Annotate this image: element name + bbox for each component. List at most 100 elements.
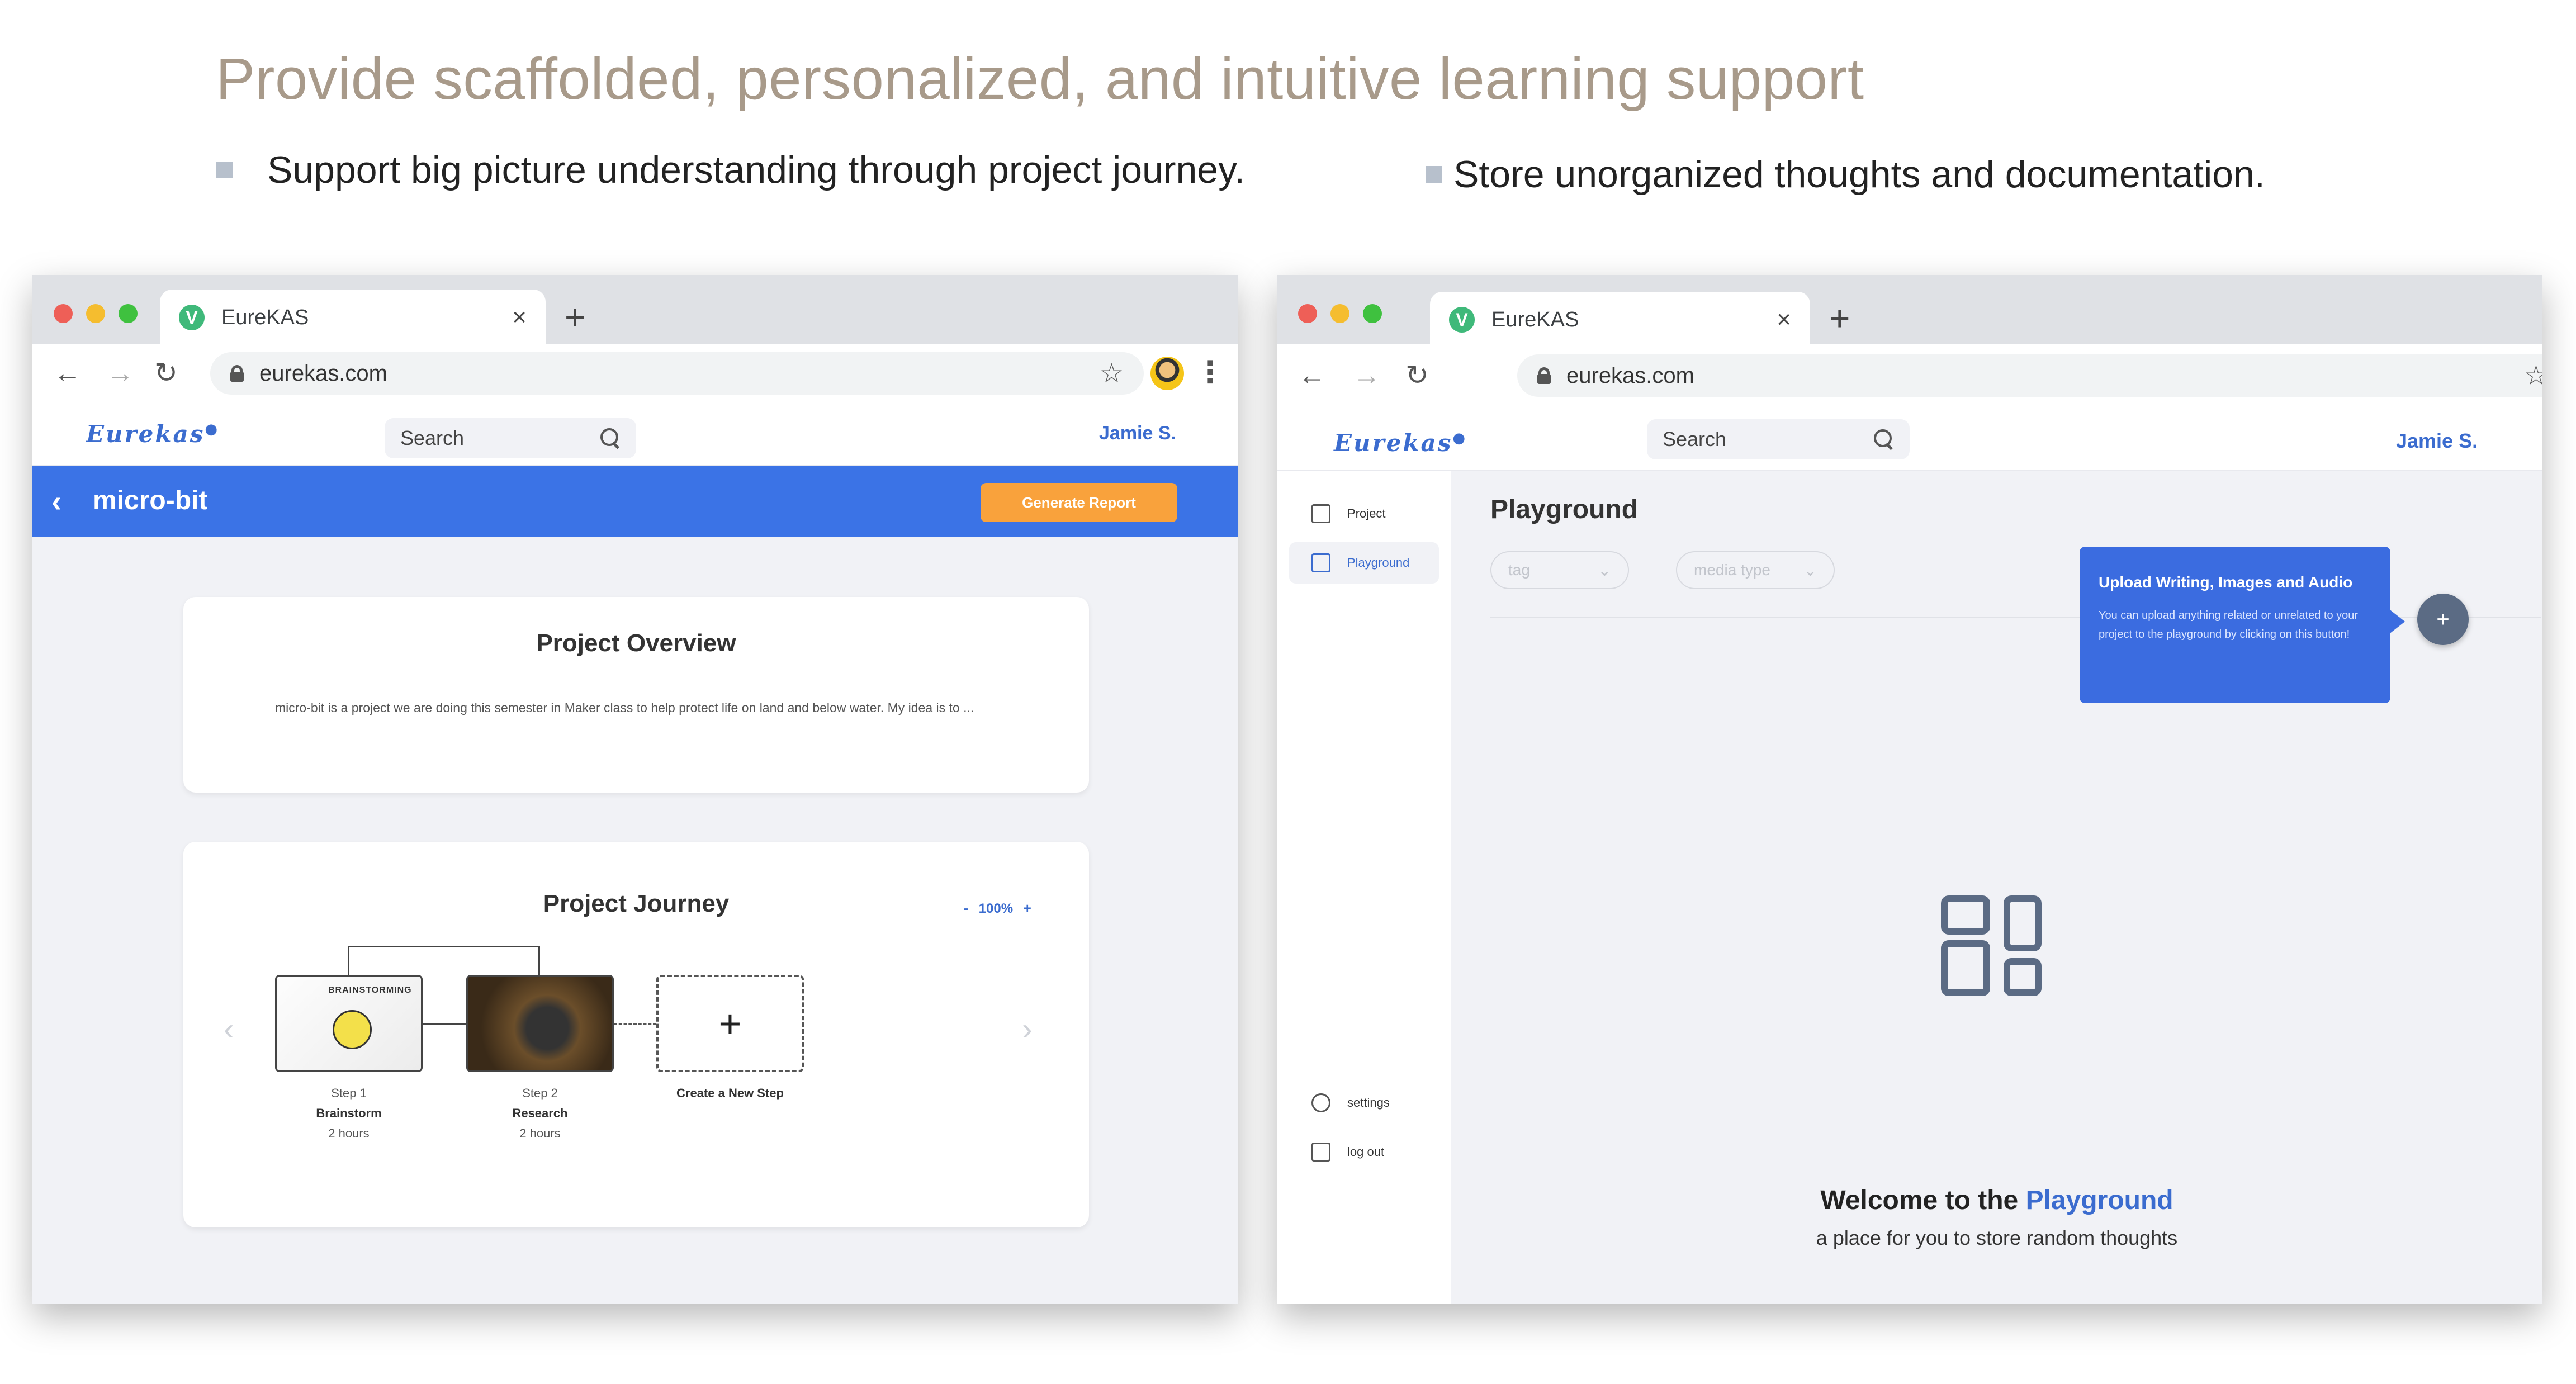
lock-icon <box>230 365 244 382</box>
eurekas-logo[interactable]: Eurekas● <box>1334 429 1467 457</box>
media-type-filter-dropdown[interactable]: media type ⌄ <box>1676 551 1835 589</box>
browser-window-playground: V EureKAS × + ← → ↻ eurekas.com ☆ ⋮ Eure… <box>1277 275 2542 1304</box>
project-journey-card: Project Journey - 100% + ‹ › BRAINSTORMI… <box>183 842 1089 1227</box>
user-name[interactable]: Jamie S. <box>2396 429 2478 453</box>
browser-toolbar: ← → ↻ eurekas.com ☆ ⋮ <box>1277 344 2542 408</box>
lightbulb-icon <box>333 1010 372 1049</box>
step-thumbnail-research[interactable] <box>466 975 614 1072</box>
brainstorm-image-label: BRAINSTORMING <box>328 985 412 995</box>
chevron-down-icon: ⌄ <box>1598 561 1611 579</box>
sidebar-item-label: Playground <box>1347 556 1410 570</box>
tab-close-icon[interactable]: × <box>1777 306 1791 334</box>
search-input[interactable]: Search <box>1647 419 1910 459</box>
upload-tooltip: Upload Writing, Images and Audio You can… <box>2080 547 2405 703</box>
minimize-window-icon[interactable] <box>1330 304 1349 323</box>
forward-arrow-icon[interactable]: → <box>1353 359 1381 391</box>
favicon-icon: V <box>1449 307 1475 333</box>
tag-filter-dropdown[interactable]: tag ⌄ <box>1490 551 1629 589</box>
address-bar[interactable]: eurekas.com ☆ <box>1517 354 2542 397</box>
step-link-dashed <box>614 1023 656 1025</box>
reload-icon[interactable]: ↻ <box>154 357 178 389</box>
bullet-text: Store unorganized thoughts and documenta… <box>1453 153 2265 196</box>
bookmark-star-icon[interactable]: ☆ <box>1100 358 1124 389</box>
grid-icon <box>1311 553 1330 572</box>
browser-toolbar: ← → ↻ eurekas.com ☆ ⋮ <box>32 344 1238 404</box>
browser-window-project: V EureKAS × + ← → ↻ eurekas.com ☆ ⋮ Eure… <box>32 275 1238 1304</box>
app-header: Eurekas● Search Jamie S. <box>32 404 1238 466</box>
step-2-label: Step 2 Research 2 hours <box>512 1086 568 1140</box>
prev-chevron-icon[interactable]: ‹ <box>224 1011 234 1047</box>
bookmark-star-icon[interactable]: ☆ <box>2524 360 2542 391</box>
logout-icon <box>1311 1143 1330 1162</box>
sidebar-item-project[interactable]: Project <box>1289 493 1439 534</box>
favicon-icon: V <box>179 305 205 330</box>
url-text: eurekas.com <box>259 361 387 386</box>
tab-title: EureKAS <box>221 305 309 329</box>
eurekas-logo[interactable]: Eurekas● <box>86 420 219 448</box>
back-arrow-icon[interactable]: ← <box>1298 359 1326 391</box>
sidebar-item-settings[interactable]: settings <box>1289 1082 1439 1124</box>
project-overview-card: Project Overview micro-bit is a project … <box>183 597 1089 793</box>
url-text: eurekas.com <box>1566 363 1694 388</box>
tooltip-body: You can upload anything related or unrel… <box>2099 609 2359 641</box>
maximize-window-icon[interactable] <box>1363 304 1382 323</box>
create-new-step-button[interactable]: + <box>656 975 804 1072</box>
bullet-store-thoughts: Store unorganized thoughts and documenta… <box>1426 153 2265 196</box>
maximize-window-icon[interactable] <box>119 304 138 323</box>
new-tab-icon[interactable]: + <box>565 296 585 338</box>
document-icon <box>1311 504 1330 523</box>
back-arrow-icon[interactable]: ← <box>54 357 82 389</box>
project-title: micro-bit <box>93 486 208 515</box>
window-controls <box>54 304 138 323</box>
welcome-heading: Welcome to the Playground <box>1820 1186 2174 1215</box>
browser-menu-icon[interactable]: ⋮ <box>1195 354 1225 390</box>
search-icon[interactable] <box>1874 429 1894 449</box>
tab-close-icon[interactable]: × <box>512 304 527 331</box>
step-connector <box>348 946 540 975</box>
tooltip-title: Upload Writing, Images and Audio <box>2099 573 2353 591</box>
lock-icon <box>1537 367 1551 384</box>
sidebar-item-label: Project <box>1347 506 1386 520</box>
user-name[interactable]: Jamie S. <box>1099 423 1176 444</box>
step-1-label: Step 1 Brainstorm 2 hours <box>316 1086 382 1140</box>
back-chevron-icon[interactable]: ‹ <box>51 484 61 519</box>
zoom-control[interactable]: - 100% + <box>964 901 1031 917</box>
sidebar-item-logout[interactable]: log out <box>1289 1131 1439 1173</box>
address-bar[interactable]: eurekas.com ☆ <box>210 352 1144 395</box>
reload-icon[interactable]: ↻ <box>1405 359 1429 391</box>
bullet-square-icon <box>216 162 233 178</box>
forward-arrow-icon[interactable]: → <box>106 357 134 389</box>
sidebar-item-playground[interactable]: Playground <box>1289 542 1439 584</box>
step-thumbnail-brainstorm[interactable]: BRAINSTORMING <box>275 975 423 1072</box>
search-icon[interactable] <box>600 428 621 448</box>
welcome-subtitle: a place for you to store random thoughts <box>1816 1226 2178 1249</box>
bullet-square-icon <box>1426 166 1442 183</box>
profile-avatar[interactable] <box>1150 357 1184 390</box>
step-link <box>423 1023 466 1025</box>
sidebar: Project Playground settings log out <box>1277 471 1451 1304</box>
new-tab-icon[interactable]: + <box>1829 297 1850 339</box>
chevron-down-icon: ⌄ <box>1803 561 1817 579</box>
close-window-icon[interactable] <box>1298 304 1317 323</box>
browser-tab[interactable]: V EureKAS × <box>1430 292 1810 348</box>
plus-icon: + <box>718 1002 742 1045</box>
search-input[interactable]: Search <box>385 418 636 458</box>
headline: Provide scaffolded, personalized, and in… <box>216 46 1864 112</box>
journey-title: Project Journey <box>543 890 730 917</box>
close-window-icon[interactable] <box>54 304 73 323</box>
new-step-label: Create a New Step <box>676 1086 784 1100</box>
generate-report-button[interactable]: Generate Report <box>981 483 1177 522</box>
bullet-project-journey: Support big picture understanding throug… <box>216 148 1245 192</box>
app-header: Eurekas● Search Jamie S. <box>1277 408 2542 471</box>
overview-title: Project Overview <box>536 629 736 657</box>
sidebar-item-label: settings <box>1347 1096 1390 1110</box>
tab-title: EureKAS <box>1491 307 1579 331</box>
browser-tabstrip: V EureKAS × + <box>32 275 1238 345</box>
upload-add-button[interactable]: + <box>2417 594 2469 645</box>
browser-tab[interactable]: V EureKAS × <box>160 290 546 345</box>
window-controls <box>1298 304 1382 323</box>
search-placeholder: Search <box>1663 428 1727 451</box>
search-placeholder: Search <box>400 426 465 449</box>
next-chevron-icon[interactable]: › <box>1022 1011 1033 1047</box>
minimize-window-icon[interactable] <box>86 304 105 323</box>
